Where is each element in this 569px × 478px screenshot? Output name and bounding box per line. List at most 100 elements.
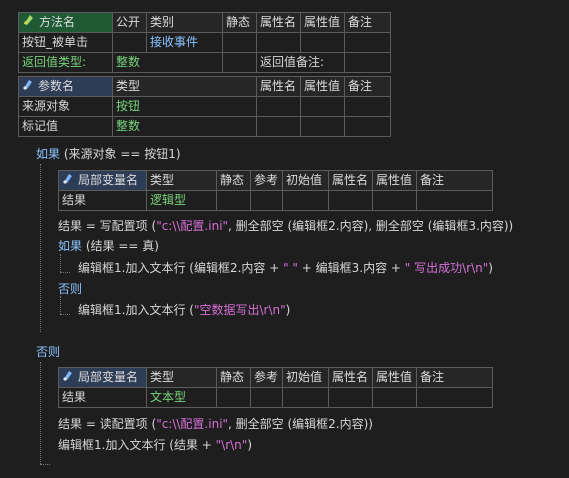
string-literal: "空数据写出\r\n": [193, 303, 286, 317]
code-line-read-config[interactable]: 结果 = 读配置项 ("c:\\配置.ini", 删全部空 (编辑框2.内容)): [58, 416, 373, 432]
local-note-cell[interactable]: [416, 190, 493, 211]
return-type-value[interactable]: 整数: [112, 52, 223, 73]
method-name-header-label: 方法名: [39, 15, 76, 29]
local-var-table: 局部变量名 类型 静态 参考 初始值 属性名 属性值 备注 结果 文本型: [58, 367, 493, 408]
string-literal: "c:\\配置.ini": [156, 219, 229, 233]
local-var-name-cell[interactable]: 结果: [58, 387, 147, 408]
param-prop-value-header: 属性值: [300, 76, 345, 97]
local-note-cell[interactable]: [416, 387, 493, 408]
code-text: + 编辑框3.内容 +: [297, 261, 405, 275]
local-prop-value-cell[interactable]: [372, 387, 417, 408]
prop-value-cell[interactable]: [300, 32, 345, 53]
if-keyword: 如果: [36, 147, 61, 161]
local-init-cell[interactable]: [282, 387, 329, 408]
return-note-value[interactable]: [344, 52, 391, 73]
param-type-cell[interactable]: 整数: [112, 116, 257, 137]
local-note-header: 备注: [416, 367, 493, 388]
local-note-header: 备注: [416, 170, 493, 191]
param-name-cell[interactable]: 来源对象: [18, 96, 113, 117]
param-table: 参数名 类型 属性名 属性值 备注 来源对象 按钮 标记值 整数: [18, 76, 391, 137]
static-cell[interactable]: [222, 32, 257, 53]
code-line-add-text-result[interactable]: 编辑框1.加入文本行 (结果 + "\r\n"): [58, 437, 252, 453]
block-guide: [40, 464, 50, 465]
local-prop-name-header: 属性名: [328, 367, 373, 388]
block-guide: [60, 314, 70, 315]
code-text: , 删全部空 (编辑框2.内容), 删全部空 (编辑框3.内容)): [228, 219, 514, 233]
local-ref-cell[interactable]: [250, 190, 283, 211]
code-line-add-text-empty[interactable]: 编辑框1.加入文本行 ("空数据写出\r\n"): [78, 302, 290, 318]
block-guide: [40, 164, 41, 332]
local-var-name-header-label: 局部变量名: [78, 370, 139, 384]
param-row[interactable]: 来源对象 按钮: [18, 96, 391, 117]
param-name-cell[interactable]: 标记值: [18, 116, 113, 137]
block-guide: [60, 272, 70, 273]
local-prop-value-header: 属性值: [372, 170, 417, 191]
param-prop-name-cell[interactable]: [256, 116, 301, 137]
code-line-if1[interactable]: 如果 (来源对象 == 按钮1): [36, 146, 181, 162]
return-type-spacer: [222, 52, 257, 73]
block-guide: [60, 296, 61, 314]
local-prop-name-cell[interactable]: [328, 387, 373, 408]
local-prop-name-cell[interactable]: [328, 190, 373, 211]
local-var-name-cell[interactable]: 结果: [58, 190, 147, 211]
local-prop-value-cell[interactable]: [372, 190, 417, 211]
param-note-cell[interactable]: [344, 116, 391, 137]
code-text: , 删全部空 (编辑框2.内容)): [228, 417, 373, 431]
code-line-else2[interactable]: 否则: [36, 344, 60, 360]
param-type-cell[interactable]: 按钮: [112, 96, 257, 117]
category-cell[interactable]: 接收事件: [146, 32, 223, 53]
code-line-add-text-success[interactable]: 编辑框1.加入文本行 (编辑框2.内容 + " " + 编辑框3.内容 + " …: [78, 260, 493, 276]
string-literal: " ": [283, 261, 298, 275]
local-init-cell[interactable]: [282, 190, 329, 211]
block-guide: [40, 362, 41, 464]
method-icon: [22, 14, 35, 32]
string-literal: " 写出成功\r\n": [404, 261, 489, 275]
local-var-type-cell[interactable]: 文本型: [146, 387, 217, 408]
code-line-write-config[interactable]: 结果 = 写配置项 ("c:\\配置.ini", 删全部空 (编辑框2.内容),…: [58, 218, 513, 234]
else-keyword: 否则: [36, 345, 61, 359]
local-var-name-header[interactable]: 局部变量名: [58, 367, 147, 388]
param-prop-value-cell[interactable]: [300, 116, 345, 137]
param-prop-name-cell[interactable]: [256, 96, 301, 117]
local-prop-name-header: 属性名: [328, 170, 373, 191]
category-header: 类别: [146, 12, 223, 33]
local-prop-value-header: 属性值: [372, 367, 417, 388]
local-var-row[interactable]: 结果 文本型: [58, 387, 493, 408]
code-text: ): [285, 303, 291, 317]
method-name-header[interactable]: 方法名: [18, 12, 113, 33]
local-static-cell[interactable]: [216, 190, 251, 211]
local-var-name-header[interactable]: 局部变量名: [58, 170, 147, 191]
param-row[interactable]: 标记值 整数: [18, 116, 391, 137]
param-prop-name-header: 属性名: [256, 76, 301, 97]
param-name-header-label: 参数名: [38, 79, 75, 93]
prop-name-header: 属性名: [256, 12, 301, 33]
local-var-table: 局部变量名 类型 静态 参考 初始值 属性名 属性值 备注 结果 逻辑型: [58, 170, 493, 211]
code-text: ): [247, 438, 252, 452]
method-name-cell[interactable]: 按钮_被单击: [18, 32, 113, 53]
local-type-header: 类型: [146, 367, 217, 388]
param-note-cell[interactable]: [344, 96, 391, 117]
local-init-header: 初始值: [282, 367, 329, 388]
prop-name-cell[interactable]: [256, 32, 301, 53]
code-line-if2[interactable]: 如果 (结果 == 真): [58, 238, 159, 254]
note-cell[interactable]: [344, 32, 391, 53]
if-condition: (来源对象 == 按钮1): [63, 147, 181, 161]
local-static-header: 静态: [216, 367, 251, 388]
code-text: 编辑框1.加入文本行 (编辑框2.内容 +: [78, 261, 284, 275]
param-prop-value-cell[interactable]: [300, 96, 345, 117]
param-icon: [22, 78, 34, 96]
local-var-row[interactable]: 结果 逻辑型: [58, 190, 493, 211]
block-guide: [60, 254, 61, 272]
local-ref-cell[interactable]: [250, 387, 283, 408]
local-var-name-header-label: 局部变量名: [78, 173, 139, 187]
param-type-header: 类型: [112, 76, 257, 97]
local-static-cell[interactable]: [216, 387, 251, 408]
local-var-type-cell[interactable]: 逻辑型: [146, 190, 217, 211]
code-text: 编辑框1.加入文本行 (结果 +: [58, 438, 216, 452]
public-cell[interactable]: [112, 32, 147, 53]
param-name-header[interactable]: 参数名: [18, 76, 113, 97]
note-header: 备注: [344, 12, 391, 33]
prop-value-header: 属性值: [300, 12, 345, 33]
code-line-else1[interactable]: 否则: [58, 281, 82, 297]
return-note-label: 返回值备注:: [256, 52, 345, 73]
